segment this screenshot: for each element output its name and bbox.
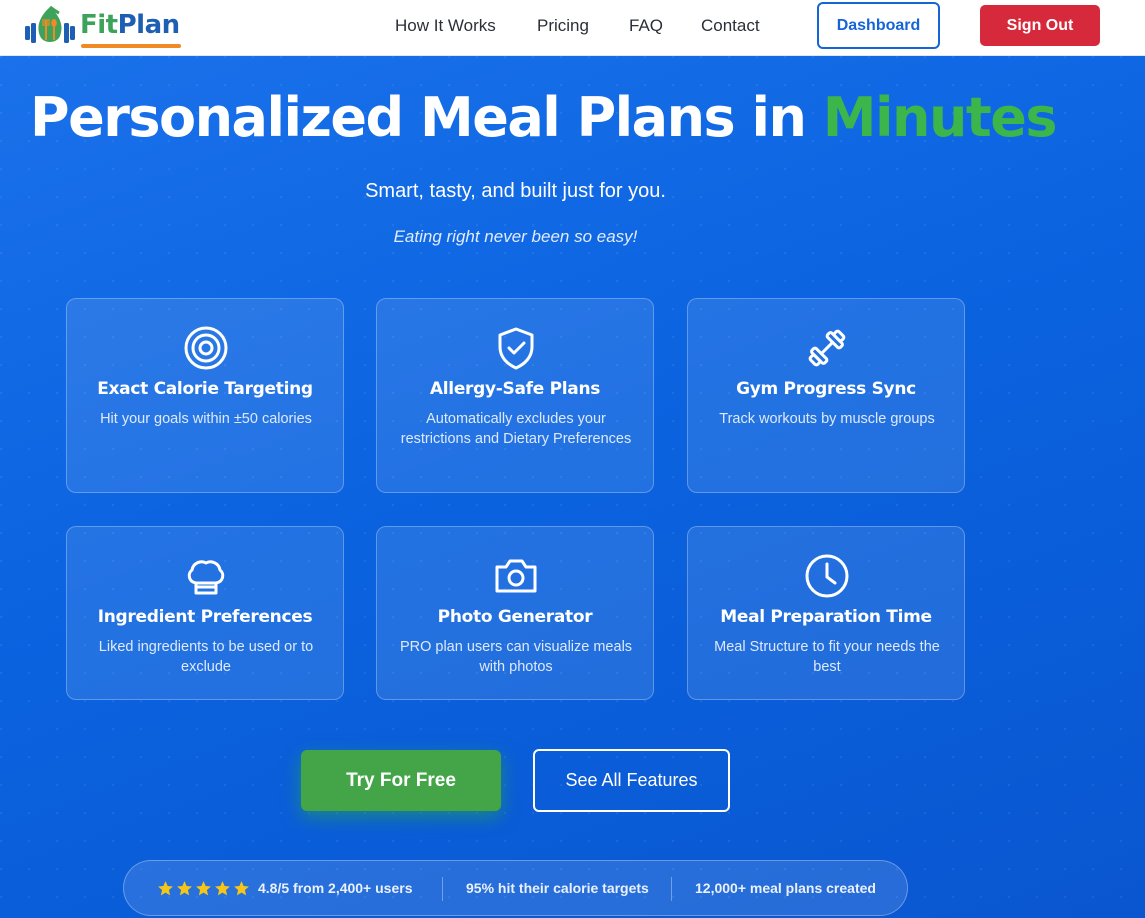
fitplan-logo[interactable]: FitPlan <box>24 4 189 50</box>
hero-subtitle: Smart, tasty, and built just for you. <box>365 180 666 202</box>
sign-out-button[interactable]: Sign Out <box>980 5 1100 46</box>
brand-name-part1: Fit <box>80 10 118 40</box>
brand-underline <box>81 44 181 48</box>
leaf-dumbbell-cutlery-icon <box>25 5 75 43</box>
hero-tagline: Eating right never been so easy! <box>393 227 638 246</box>
nav-how-it-works[interactable]: How It Works <box>395 16 496 36</box>
star-icon <box>196 881 211 896</box>
meal-plans-stat-text: 12,000+ meal plans created <box>695 880 876 896</box>
feature-card-ingredients: Ingredient Preferences Liked ingredients… <box>66 526 344 700</box>
feature-card-prep-time: Meal Preparation Time Meal Structure to … <box>687 526 965 700</box>
hero-section: Personalized Meal Plans in Minutes Smart… <box>0 56 1145 918</box>
nav-contact[interactable]: Contact <box>701 16 760 36</box>
star-icon <box>234 881 249 896</box>
top-navbar: FitPlan How It Works Pricing FAQ Contact… <box>0 0 1145 56</box>
hero-title-main: Personalized Meal Plans in <box>30 86 807 149</box>
feature-card-allergy: Allergy-Safe Plans Automatically exclude… <box>376 298 654 493</box>
feature-desc: Hit your goals within ±50 calories <box>100 411 312 427</box>
see-all-features-button[interactable]: See All Features <box>533 749 730 812</box>
rating-stars <box>157 880 250 898</box>
dashboard-button[interactable]: Dashboard <box>817 2 940 49</box>
clock-icon <box>804 553 850 599</box>
feature-card-calorie: Exact Calorie Targeting Hit your goals w… <box>66 298 344 493</box>
feature-title: Allergy-Safe Plans <box>429 379 601 399</box>
feature-desc: Track workouts by muscle groups <box>719 411 935 427</box>
stats-divider <box>671 877 672 901</box>
hero-title: Personalized Meal Plans in Minutes <box>30 86 1130 149</box>
rating-text: 4.8/5 from 2,400+ users <box>258 880 413 896</box>
try-for-free-button[interactable]: Try For Free <box>301 750 501 811</box>
nav-pricing[interactable]: Pricing <box>537 16 589 36</box>
feature-card-photo: Photo Generator PRO plan users can visua… <box>376 526 654 700</box>
feature-title: Ingredient Preferences <box>97 607 313 627</box>
camera-icon <box>493 553 539 599</box>
feature-desc: PRO plan users can visualize meals with … <box>399 639 633 675</box>
brand-name-part2: Plan <box>117 10 181 40</box>
feature-card-gym: Gym Progress Sync Track workouts by musc… <box>687 298 965 493</box>
star-icon <box>158 881 173 896</box>
nav-faq[interactable]: FAQ <box>629 16 663 36</box>
brand-name: FitPlan <box>80 10 180 40</box>
stats-divider <box>442 877 443 901</box>
feature-desc: Meal Structure to fit your needs the bes… <box>714 639 940 675</box>
feature-title: Photo Generator <box>437 607 593 627</box>
dumbbell-icon <box>804 325 850 371</box>
star-icon <box>215 881 230 896</box>
star-icon <box>177 881 192 896</box>
feature-desc: Liked ingredients to be used or to exclu… <box>98 639 314 675</box>
feature-title: Exact Calorie Targeting <box>97 379 313 399</box>
stats-bar: 4.8/5 from 2,400+ users 95% hit their ca… <box>123 860 908 916</box>
chef-hat-icon <box>183 553 229 599</box>
calorie-stat-text: 95% hit their calorie targets <box>466 880 649 896</box>
hero-title-accent: Minutes <box>822 86 1058 149</box>
target-icon <box>183 325 229 371</box>
feature-title: Meal Preparation Time <box>720 607 932 627</box>
feature-title: Gym Progress Sync <box>736 379 916 399</box>
feature-desc: Automatically excludes your restrictions… <box>400 411 632 447</box>
shield-check-icon <box>493 325 539 371</box>
